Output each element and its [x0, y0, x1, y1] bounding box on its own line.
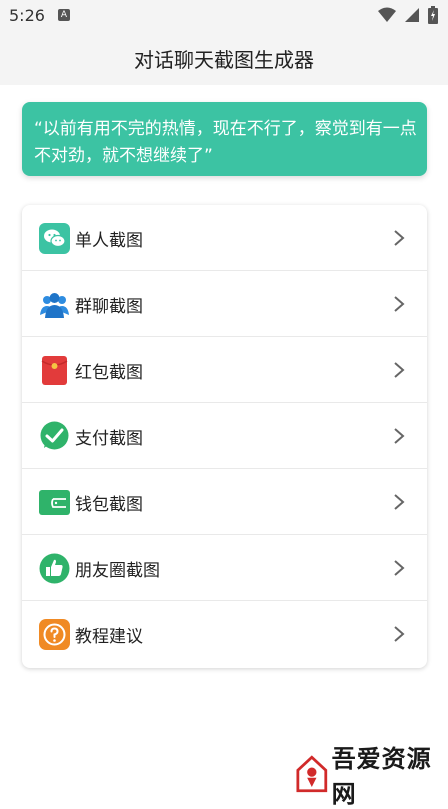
watermark-text: 吾爱资源网: [331, 744, 432, 808]
wechat-icon: [39, 223, 70, 254]
menu-item-label: 朋友圈截图: [75, 561, 160, 581]
menu-item-moments[interactable]: 朋友圈截图: [22, 535, 427, 601]
menu-item-group-chat[interactable]: 群聊截图: [22, 271, 427, 337]
menu-item-payment[interactable]: 支付截图: [22, 403, 427, 469]
menu-item-label: 教程建议: [75, 627, 143, 647]
menu-item-wallet[interactable]: 钱包截图: [22, 469, 427, 535]
quote-text: “以前有用不完的热情，现在不行了，察觉到有一点不对劲，就不想继续了”: [34, 119, 417, 166]
chevron-right-icon: [394, 626, 405, 642]
chevron-right-icon: [394, 494, 405, 510]
chevron-right-icon: [394, 560, 405, 576]
menu-item-label: 钱包截图: [75, 495, 143, 515]
watermark: 吾爱资源网: [296, 744, 448, 808]
app-bar: 对话聊天截图生成器: [0, 32, 448, 85]
red-envelope-icon: [41, 356, 68, 385]
notification-a-icon: A: [58, 9, 70, 21]
status-bar: 5:26 A: [0, 0, 448, 32]
quote-card: “以前有用不完的热情，现在不行了，察觉到有一点不对劲，就不想继续了”: [22, 102, 427, 176]
menu-item-label: 支付截图: [75, 429, 143, 449]
chevron-right-icon: [394, 362, 405, 378]
menu-item-label: 红包截图: [75, 363, 143, 383]
house-logo-icon: [296, 755, 328, 793]
wallet-icon: [39, 490, 70, 515]
menu-item-red-envelope[interactable]: 红包截图: [22, 337, 427, 403]
menu-card: 单人截图 群聊截图 红包截图 支付截图 钱包截图 朋友圈截图 教程建议: [22, 205, 427, 668]
group-icon: [40, 293, 69, 318]
status-right-icons: [378, 6, 438, 24]
page-title: 对话聊天截图生成器: [134, 48, 314, 72]
menu-item-single-chat[interactable]: 单人截图: [22, 205, 427, 271]
battery-icon: [428, 6, 438, 24]
payment-check-icon: [40, 421, 69, 450]
thumbs-up-icon: [39, 553, 70, 584]
help-question-icon: [39, 619, 70, 650]
chevron-right-icon: [394, 428, 405, 444]
chevron-right-icon: [394, 230, 405, 246]
menu-item-label: 群聊截图: [75, 297, 143, 317]
menu-item-label: 单人截图: [75, 231, 143, 251]
chevron-right-icon: [394, 296, 405, 312]
menu-item-tutorial[interactable]: 教程建议: [22, 601, 427, 667]
status-time: 5:26: [9, 6, 45, 25]
wifi-icon: [378, 7, 396, 22]
signal-icon: [405, 8, 419, 22]
